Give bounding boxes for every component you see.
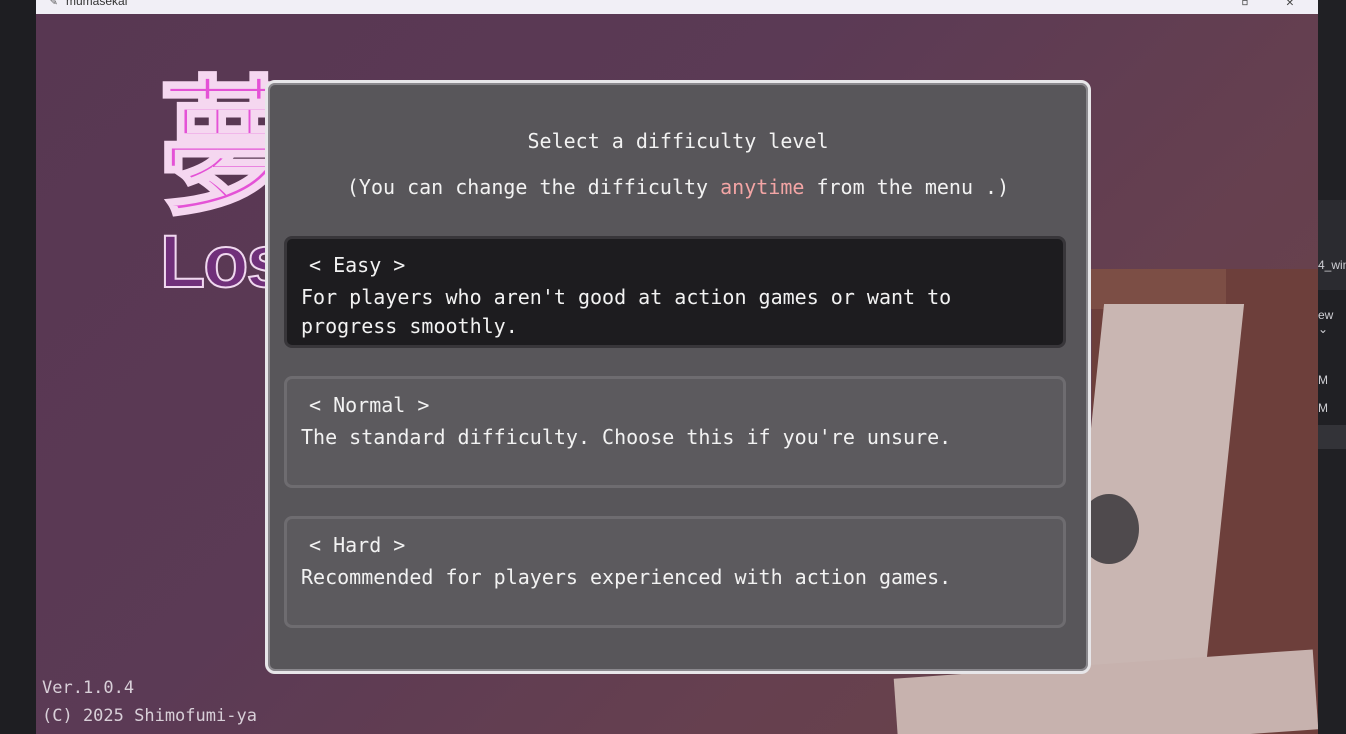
option-description: The standard difficulty. Choose this if …	[301, 425, 952, 449]
note-highlight: anytime	[720, 175, 805, 199]
desktop-text-fragment: M	[1318, 373, 1328, 387]
note-prefix: (You can change the difficulty	[346, 175, 721, 199]
desktop-background: 4_win ew ⌄ M M	[1318, 0, 1346, 734]
option-description: Recommended for players experienced with…	[301, 565, 952, 589]
dialog-note: (You can change the difficulty anytime f…	[268, 175, 1088, 199]
dialog-title: Select a difficulty level	[527, 129, 829, 153]
difficulty-dialog: Select a difficulty level (You can chang…	[265, 80, 1091, 674]
difficulty-option-normal[interactable]: < Normal > The standard difficulty. Choo…	[284, 376, 1066, 488]
app-icon: ✎	[50, 0, 58, 8]
option-name: < Hard >	[309, 533, 406, 557]
title-bar[interactable]: ✎ mumasekai ▫ ✕	[36, 0, 1318, 14]
close-icon[interactable]: ✕	[1286, 0, 1294, 10]
maximize-icon[interactable]: ▫	[1241, 0, 1249, 10]
game-scene: 夢 Lost Ver.1.0.4 (C) 2025 Shimofumi-ya S…	[36, 14, 1318, 734]
window-title: mumasekai	[66, 0, 128, 8]
desktop-text-fragment: ew ⌄	[1318, 308, 1334, 336]
desktop-selected-row	[1318, 425, 1346, 449]
option-name: < Easy >	[309, 253, 406, 277]
option-description: For players who aren't good at action ga…	[301, 285, 952, 338]
copyright-label: (C) 2025 Shimofumi-ya	[42, 706, 257, 726]
option-name: < Normal >	[309, 393, 430, 417]
desktop-panel	[1318, 200, 1346, 290]
background-beam	[1086, 269, 1226, 309]
desktop-text-fragment: 4_win	[1318, 258, 1346, 272]
difficulty-option-hard[interactable]: < Hard > Recommended for players experie…	[284, 516, 1066, 628]
difficulty-option-easy[interactable]: < Easy > For players who aren't good at …	[284, 236, 1066, 348]
game-window: ✎ mumasekai ▫ ✕ 夢 Lost Ver.1.0.4 (C) 202…	[36, 0, 1318, 734]
note-suffix: from the menu .)	[804, 175, 1010, 199]
version-label: Ver.1.0.4	[42, 678, 135, 698]
desktop-text-fragment: M	[1318, 401, 1328, 415]
